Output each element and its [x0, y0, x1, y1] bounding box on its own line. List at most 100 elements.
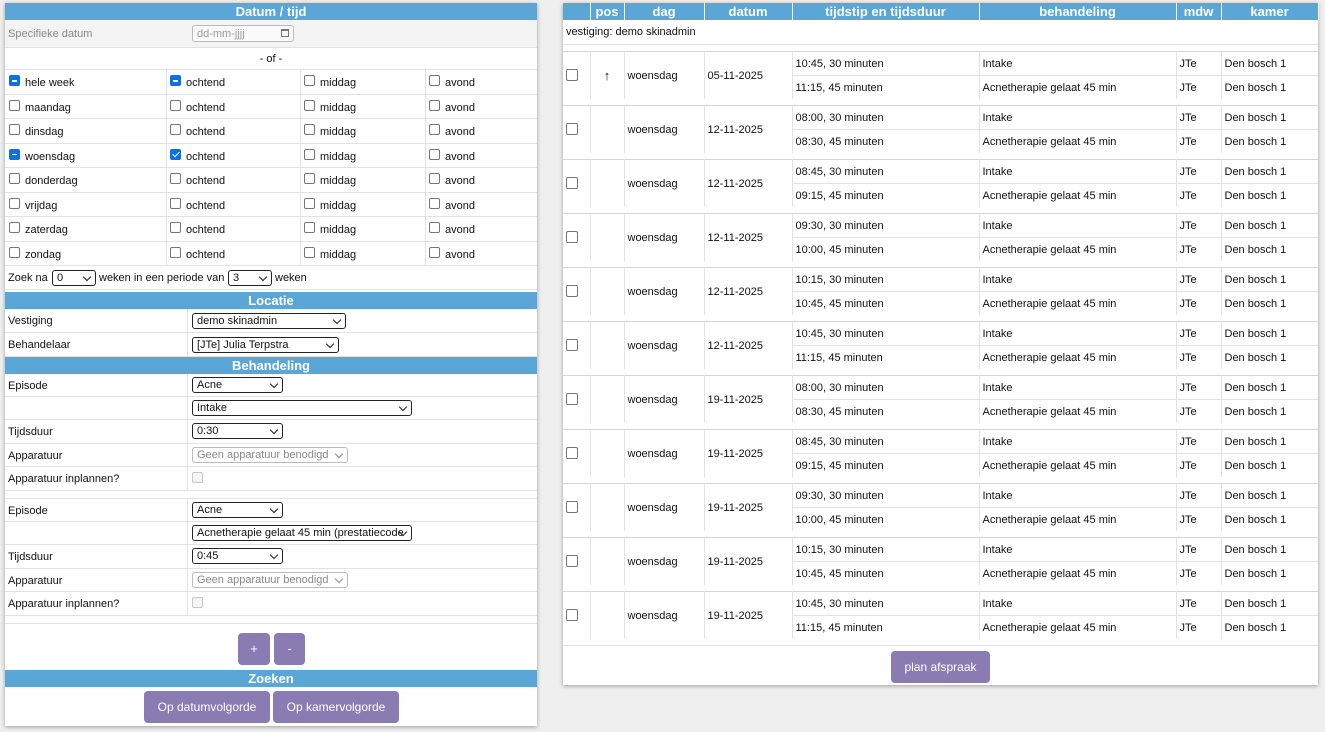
evening-checkbox[interactable] — [429, 124, 440, 135]
table-row[interactable]: woensdag 19-11-2025 08:45, 30 minuten Intak… — [563, 429, 1318, 477]
search-buttons: Op datumvolgorde Op kamervolgorde — [5, 687, 537, 727]
morning-checkbox[interactable] — [170, 197, 181, 209]
add-treatment-button[interactable]: + — [238, 633, 270, 665]
table-row[interactable]: woensdag 12-11-2025 08:00, 30 minuten Intak… — [563, 105, 1318, 153]
search-by-room-button[interactable]: Op kamervolgorde — [273, 691, 399, 723]
plan-equipment-row: Apparatuur inplannen? — [5, 467, 537, 491]
morning-checkbox[interactable] — [170, 148, 181, 160]
column-header: pos — [590, 3, 625, 20]
morning-checkbox[interactable] — [170, 99, 181, 111]
remove-treatment-button[interactable]: - — [274, 633, 305, 665]
row-select-checkbox[interactable] — [566, 177, 578, 189]
row-select-checkbox[interactable] — [566, 555, 578, 567]
day-checkbox[interactable] — [9, 197, 20, 209]
arrow-up-icon[interactable]: ↑ — [590, 51, 625, 99]
column-header: behandeling — [979, 3, 1177, 20]
day-checkbox[interactable] — [9, 148, 20, 160]
time-cell: 08:00, 30 minuten — [792, 375, 980, 400]
period-select[interactable]: 3 — [228, 270, 272, 286]
afternoon-checkbox[interactable] — [304, 75, 315, 86]
evening-checkbox[interactable] — [429, 222, 440, 233]
practitioner-select[interactable]: [JTe] Julia Terpstra — [192, 337, 339, 353]
day-cell: maandag — [5, 94, 167, 118]
episode-select[interactable]: Acne — [192, 377, 283, 393]
duration-select[interactable]: 0:30 — [192, 423, 283, 439]
evening-checkbox[interactable] — [429, 197, 440, 209]
staff-cell: JTe — [1176, 159, 1222, 184]
day-checkbox[interactable] — [9, 173, 20, 184]
room-cell: Den bosch 1 — [1221, 237, 1318, 261]
plan-appointment-button[interactable]: plan afspraak — [891, 651, 990, 683]
date-placeholder: dd-mm-jjjj — [197, 28, 245, 40]
evening-checkbox[interactable] — [429, 246, 440, 258]
table-row[interactable]: woensdag 19-11-2025 10:45, 30 minuten Intak… — [563, 591, 1318, 639]
row-select-checkbox[interactable] — [566, 339, 578, 351]
divider — [187, 569, 188, 591]
table-row[interactable]: woensdag 12-11-2025 08:45, 30 minuten Intak… — [563, 159, 1318, 207]
equipment-label: Apparatuur — [8, 575, 63, 587]
date-cell: 19-11-2025 — [704, 429, 793, 477]
date-cell: 19-11-2025 — [704, 375, 793, 423]
afternoon-checkbox[interactable] — [304, 124, 315, 135]
staff-cell: JTe — [1176, 537, 1222, 562]
evening-checkbox[interactable] — [429, 148, 440, 160]
weeks-after-select[interactable]: 0 — [52, 270, 96, 286]
pos-cell — [590, 267, 625, 315]
day-cell: dinsdag — [5, 119, 167, 143]
row-select-checkbox[interactable] — [566, 123, 578, 135]
morning-checkbox[interactable] — [170, 222, 181, 233]
treatment-select[interactable]: Intake — [192, 400, 412, 416]
table-row[interactable]: ↑ woensdag 05-11-2025 10:45, 30 minuten Inta… — [563, 51, 1318, 99]
day-row: zaterdag ochtend middag avond — [5, 217, 537, 242]
table-row[interactable]: woensdag 19-11-2025 10:15, 30 minuten Intak… — [563, 537, 1318, 585]
table-row[interactable]: woensdag 19-11-2025 09:30, 30 minuten Intak… — [563, 483, 1318, 531]
morning-checkbox[interactable] — [170, 246, 181, 258]
afternoon-cell: middag — [300, 241, 426, 265]
table-row[interactable]: woensdag 12-11-2025 10:45, 30 minuten Intak… — [563, 321, 1318, 369]
evening-checkbox[interactable] — [429, 75, 440, 86]
branch-select[interactable]: demo skinadmin — [192, 313, 346, 329]
evening-checkbox[interactable] — [429, 173, 440, 184]
row-select-checkbox[interactable] — [566, 447, 578, 459]
row-select-checkbox[interactable] — [566, 609, 578, 621]
row-select-checkbox[interactable] — [566, 69, 578, 81]
table-row[interactable]: woensdag 19-11-2025 08:00, 30 minuten Intak… — [563, 375, 1318, 423]
section-header-search: Zoeken — [5, 670, 537, 687]
row-select-checkbox[interactable] — [566, 231, 578, 243]
row-select-checkbox[interactable] — [566, 393, 578, 405]
spacer-cell — [563, 45, 1318, 52]
afternoon-checkbox[interactable] — [304, 99, 315, 111]
treatment-cell: Intake — [979, 429, 1177, 454]
afternoon-checkbox[interactable] — [304, 197, 315, 209]
room-cell: Den bosch 1 — [1221, 105, 1318, 130]
afternoon-checkbox[interactable] — [304, 148, 315, 160]
treatment-select[interactable]: Acnetherapie gelaat 45 min (prestatiecod… — [192, 525, 412, 541]
morning-checkbox[interactable] — [170, 173, 181, 184]
day-checkbox[interactable] — [9, 99, 20, 111]
search-by-date-button[interactable]: Op datumvolgorde — [144, 691, 270, 723]
staff-cell: JTe — [1176, 51, 1222, 76]
calendar-icon[interactable] — [281, 29, 289, 37]
morning-checkbox[interactable] — [170, 75, 181, 86]
episode-select[interactable]: Acne — [192, 502, 283, 518]
morning-checkbox[interactable] — [170, 124, 181, 135]
duration-select[interactable]: 0:45 — [192, 548, 283, 564]
afternoon-checkbox[interactable] — [304, 246, 315, 258]
row-select-checkbox[interactable] — [566, 501, 578, 513]
treatment-cell: Intake — [979, 537, 1177, 562]
day-row: zondag ochtend middag avond — [5, 241, 537, 266]
afternoon-checkbox[interactable] — [304, 173, 315, 184]
day-cell: woensdag — [624, 429, 705, 477]
equipment-label: Apparatuur — [8, 450, 63, 462]
evening-checkbox[interactable] — [429, 99, 440, 111]
day-checkbox[interactable] — [9, 75, 20, 86]
day-checkbox[interactable] — [9, 124, 20, 135]
specific-date-input[interactable]: dd-mm-jjjj — [192, 25, 294, 42]
afternoon-checkbox[interactable] — [304, 222, 315, 233]
day-checkbox[interactable] — [9, 222, 20, 233]
table-row[interactable]: woensdag 12-11-2025 09:30, 30 minuten Intak… — [563, 213, 1318, 261]
table-row[interactable]: woensdag 12-11-2025 10:15, 30 minuten Intak… — [563, 267, 1318, 315]
room-cell: Den bosch 1 — [1221, 321, 1318, 346]
row-select-checkbox[interactable] — [566, 285, 578, 297]
day-checkbox[interactable] — [9, 246, 20, 258]
